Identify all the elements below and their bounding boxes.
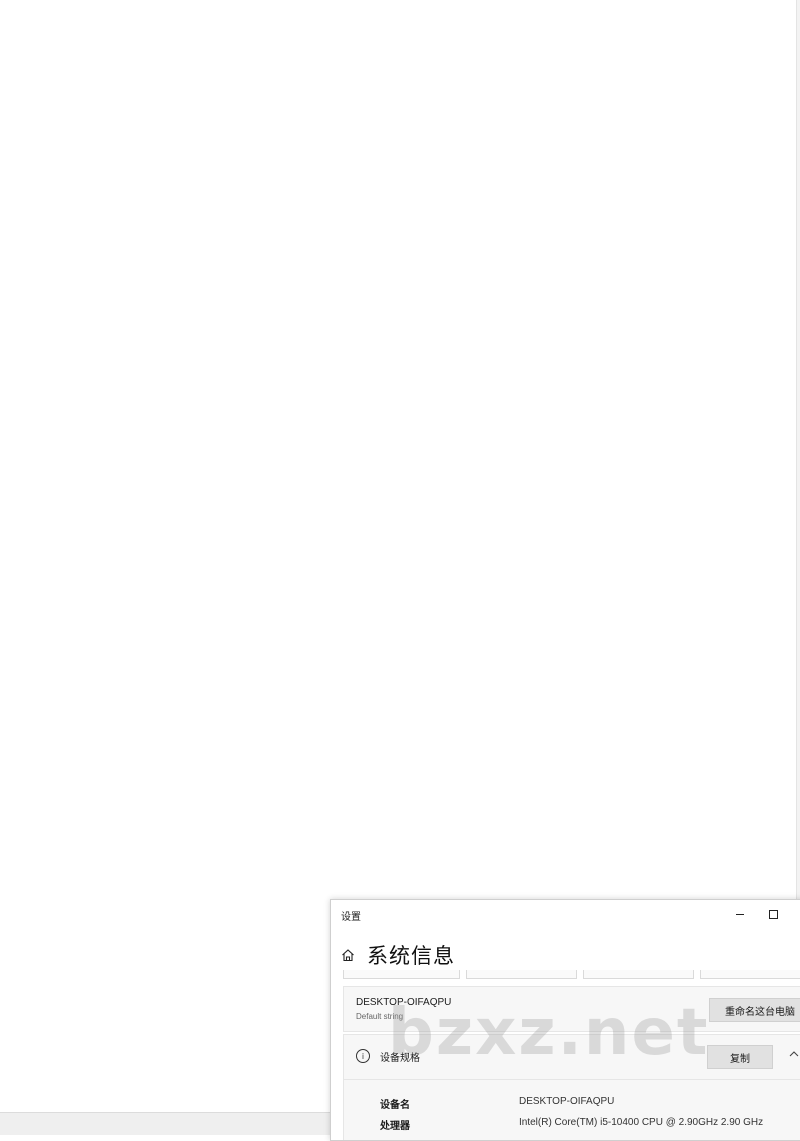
tile-row	[343, 970, 800, 979]
copy-button[interactable]: 复制	[707, 1045, 773, 1069]
rename-pc-button[interactable]: 重命名这台电脑	[709, 998, 800, 1022]
spec-row: 处理器 Intel(R) Core(TM) i5-10400 CPU @ 2.9…	[344, 1117, 800, 1133]
device-specs-body: 设备名 DESKTOP-OIFAQPU 处理器 Intel(R) Core(TM…	[343, 1080, 800, 1140]
window-title: 设置	[341, 912, 361, 923]
minimize-icon	[736, 913, 744, 915]
spec-row: 设备名 DESKTOP-OIFAQPU	[344, 1096, 800, 1112]
maximize-icon	[768, 909, 778, 919]
home-icon[interactable]	[341, 948, 355, 962]
tile[interactable]	[343, 970, 460, 979]
page-title: 系统信息	[367, 945, 455, 968]
device-name-card: DESKTOP-OIFAQPU Default string 重命名这台电脑	[343, 986, 800, 1032]
device-subtitle: Default string	[356, 1012, 404, 1021]
title-bar: 设置	[331, 900, 800, 928]
device-name: DESKTOP-OIFAQPU	[356, 997, 452, 1008]
spec-key: 设备名	[380, 1100, 410, 1111]
tile[interactable]	[466, 970, 577, 979]
info-icon: i	[356, 1049, 370, 1063]
device-specs-label: 设备规格	[380, 1053, 420, 1064]
device-specs-header[interactable]: i 设备规格 复制	[343, 1034, 800, 1080]
settings-window: 设置 系统信息 DESKTOP-OIFAQPU Default string 重…	[330, 899, 800, 1141]
taskbar-strip	[0, 1112, 330, 1135]
tile[interactable]	[700, 970, 800, 979]
spec-value: DESKTOP-OIFAQPU	[519, 1096, 615, 1107]
minimize-button[interactable]	[729, 905, 751, 923]
page-header: 系统信息	[341, 940, 455, 970]
chevron-up-icon[interactable]	[789, 1049, 799, 1059]
maximize-button[interactable]	[762, 905, 784, 923]
spec-value: Intel(R) Core(TM) i5-10400 CPU @ 2.90GHz…	[519, 1117, 764, 1128]
tile[interactable]	[583, 970, 694, 979]
spec-key: 处理器	[380, 1121, 410, 1132]
